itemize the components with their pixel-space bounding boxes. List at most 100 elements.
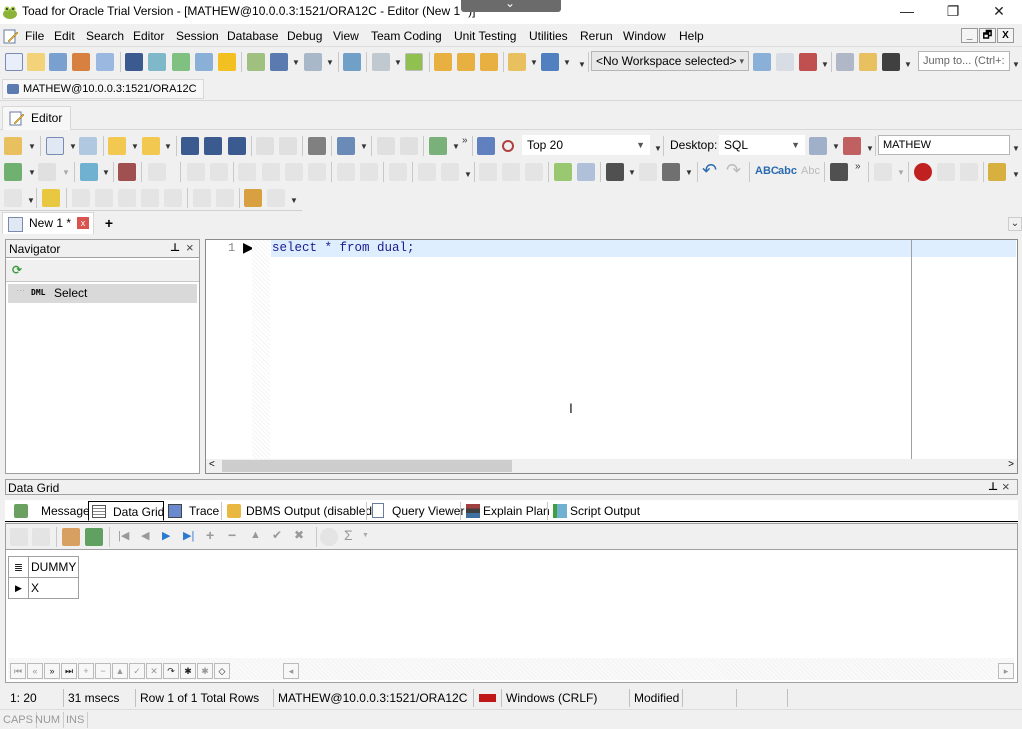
table-row[interactable]: ▶ X	[8, 577, 80, 599]
dropdown-arrow-icon[interactable]: ▼	[452, 142, 460, 151]
overflow-arrow-icon[interactable]: ▼	[578, 60, 586, 69]
dropdown-arrow-icon[interactable]: ▼	[362, 532, 369, 539]
new-flask-icon[interactable]	[172, 53, 190, 71]
replace-icon[interactable]	[662, 163, 680, 181]
copy-icon[interactable]	[577, 163, 595, 181]
menu-session[interactable]: Session	[176, 29, 219, 43]
tab-new-1[interactable]: New 1 * x	[2, 212, 94, 234]
overflow-chevron-icon[interactable]: »	[462, 135, 468, 146]
mdi-restore-button[interactable]: 🗗	[979, 28, 996, 43]
dropdown-arrow-icon[interactable]: ▼	[102, 168, 110, 177]
session-browser-icon[interactable]	[49, 53, 67, 71]
disconnect-icon[interactable]	[541, 53, 559, 71]
add-snippet-icon[interactable]	[429, 137, 447, 155]
tab-query-viewer[interactable]: Query Viewer	[369, 501, 464, 521]
connection-icon[interactable]	[4, 137, 22, 155]
dropdown-arrow-icon[interactable]: ▼	[394, 58, 402, 67]
prior-record-icon[interactable]: ◀	[141, 529, 149, 542]
tab-script-output[interactable]: Script Output	[550, 501, 645, 521]
overflow-arrow-icon[interactable]: ▼	[27, 196, 35, 205]
find-binoculars-icon[interactable]	[606, 163, 624, 181]
menu-search[interactable]: Search	[86, 29, 124, 43]
calculator-icon[interactable]	[836, 53, 854, 71]
export-dataset-icon[interactable]	[85, 528, 103, 546]
menu-view[interactable]: View	[333, 29, 359, 43]
mdi-close-button[interactable]: X	[997, 28, 1014, 43]
flask-icon[interactable]	[148, 53, 166, 71]
delete-record-icon[interactable]: −	[228, 527, 236, 543]
sql-editor[interactable]: 1 ▶ select * from dual; I < >	[205, 239, 1018, 474]
schema-input[interactable]: MATHEW	[878, 135, 1010, 155]
schema-browser-icon[interactable]	[27, 53, 45, 71]
pin-icon[interactable]: ⊥	[988, 480, 998, 493]
menu-rerun[interactable]: Rerun	[580, 29, 613, 43]
compare-icon[interactable]	[304, 53, 322, 71]
last-record-icon[interactable]: ▶|	[183, 529, 194, 542]
grid-cell[interactable]: X	[27, 577, 80, 599]
overflow-chevron-icon[interactable]: »	[855, 161, 861, 172]
tab-explain-plan[interactable]: Explain Plan	[463, 501, 550, 521]
desktop-select[interactable]: SQL ▼	[719, 135, 805, 155]
save-as-icon[interactable]	[204, 137, 222, 155]
nav-edit-icon[interactable]: ▲	[112, 663, 128, 679]
sql-optimizer-icon[interactable]	[72, 53, 90, 71]
sql-builder-icon[interactable]	[337, 137, 355, 155]
close-file-icon[interactable]	[79, 137, 97, 155]
pin-icon[interactable]: ⊥	[170, 241, 180, 254]
overflow-arrow-icon[interactable]: ▼	[866, 144, 874, 153]
dropdown-arrow-icon[interactable]: ▼	[563, 58, 571, 67]
refresh-results-icon[interactable]	[477, 137, 495, 155]
cancel-edit-icon[interactable]: ✖	[294, 528, 304, 542]
close-button[interactable]: ✕	[976, 0, 1022, 22]
delete-desktop-icon[interactable]	[843, 137, 861, 155]
print-icon[interactable]	[308, 137, 326, 155]
lightning-icon[interactable]	[218, 53, 236, 71]
overflow-arrow-icon[interactable]: ▼	[1012, 144, 1020, 153]
edit-icon[interactable]	[988, 163, 1006, 181]
dropdown-arrow-icon[interactable]: ▼	[832, 142, 840, 151]
dropdown-arrow-icon[interactable]: ▼	[28, 168, 36, 177]
execute-script-icon[interactable]	[80, 163, 98, 181]
close-icon[interactable]: ×	[1002, 479, 1010, 494]
overflow-arrow-icon[interactable]: ▼	[290, 196, 298, 205]
tab-list-chevron-icon[interactable]: ⌄	[1008, 217, 1022, 231]
nav-first-icon[interactable]: ⏮	[10, 663, 26, 679]
recent-files-icon[interactable]	[142, 137, 160, 155]
add-tab-button[interactable]: +	[96, 212, 122, 234]
chart-icon[interactable]	[343, 53, 361, 71]
editor-window-tab[interactable]: Editor	[2, 106, 72, 130]
editor-icon[interactable]	[5, 53, 23, 71]
comment-icon[interactable]	[859, 53, 877, 71]
record-macro-icon[interactable]	[914, 163, 932, 181]
refresh-gear-icon[interactable]	[42, 189, 60, 207]
nav-scroll-right-icon[interactable]: ▸	[998, 663, 1014, 679]
dropdown-arrow-icon[interactable]: ▼	[530, 58, 538, 67]
import-icon[interactable]	[457, 53, 475, 71]
refresh-icon[interactable]: ⟳	[12, 263, 22, 277]
dropdown-arrow-icon[interactable]: ▼	[326, 58, 334, 67]
overflow-arrow-icon[interactable]: ▼	[654, 144, 662, 153]
menu-edit[interactable]: Edit	[54, 29, 75, 43]
top-rows-select[interactable]: Top 20 ▼	[522, 135, 650, 155]
nav-insert-icon[interactable]: +	[78, 663, 94, 679]
open-folder-icon[interactable]	[108, 137, 126, 155]
dropdown-arrow-icon[interactable]: ▼	[131, 142, 139, 151]
code-line[interactable]: select * from dual;	[272, 241, 415, 255]
window-icon[interactable]	[270, 53, 288, 71]
nav-cancel-icon[interactable]: ✕	[146, 663, 162, 679]
menu-window[interactable]: Window	[623, 29, 666, 43]
new-connection-icon[interactable]	[508, 53, 526, 71]
menu-unit-testing[interactable]: Unit Testing	[454, 29, 516, 43]
next-record-icon[interactable]: ▶	[162, 529, 170, 542]
maximize-button[interactable]: ❐	[930, 0, 976, 22]
export-icon[interactable]	[434, 53, 452, 71]
mdi-minimize-button[interactable]: _	[961, 28, 978, 43]
chat-icon[interactable]	[195, 53, 213, 71]
help-db-icon[interactable]	[480, 53, 498, 71]
save-all-icon[interactable]	[228, 137, 246, 155]
nav-refresh-icon[interactable]: ↷	[163, 663, 179, 679]
plsql-profiler-icon[interactable]	[372, 53, 390, 71]
delete-workspace-icon[interactable]	[799, 53, 817, 71]
dropdown-arrow-icon[interactable]: ▼	[360, 142, 368, 151]
jump-to-input[interactable]: Jump to... (Ctrl+:	[918, 51, 1010, 71]
